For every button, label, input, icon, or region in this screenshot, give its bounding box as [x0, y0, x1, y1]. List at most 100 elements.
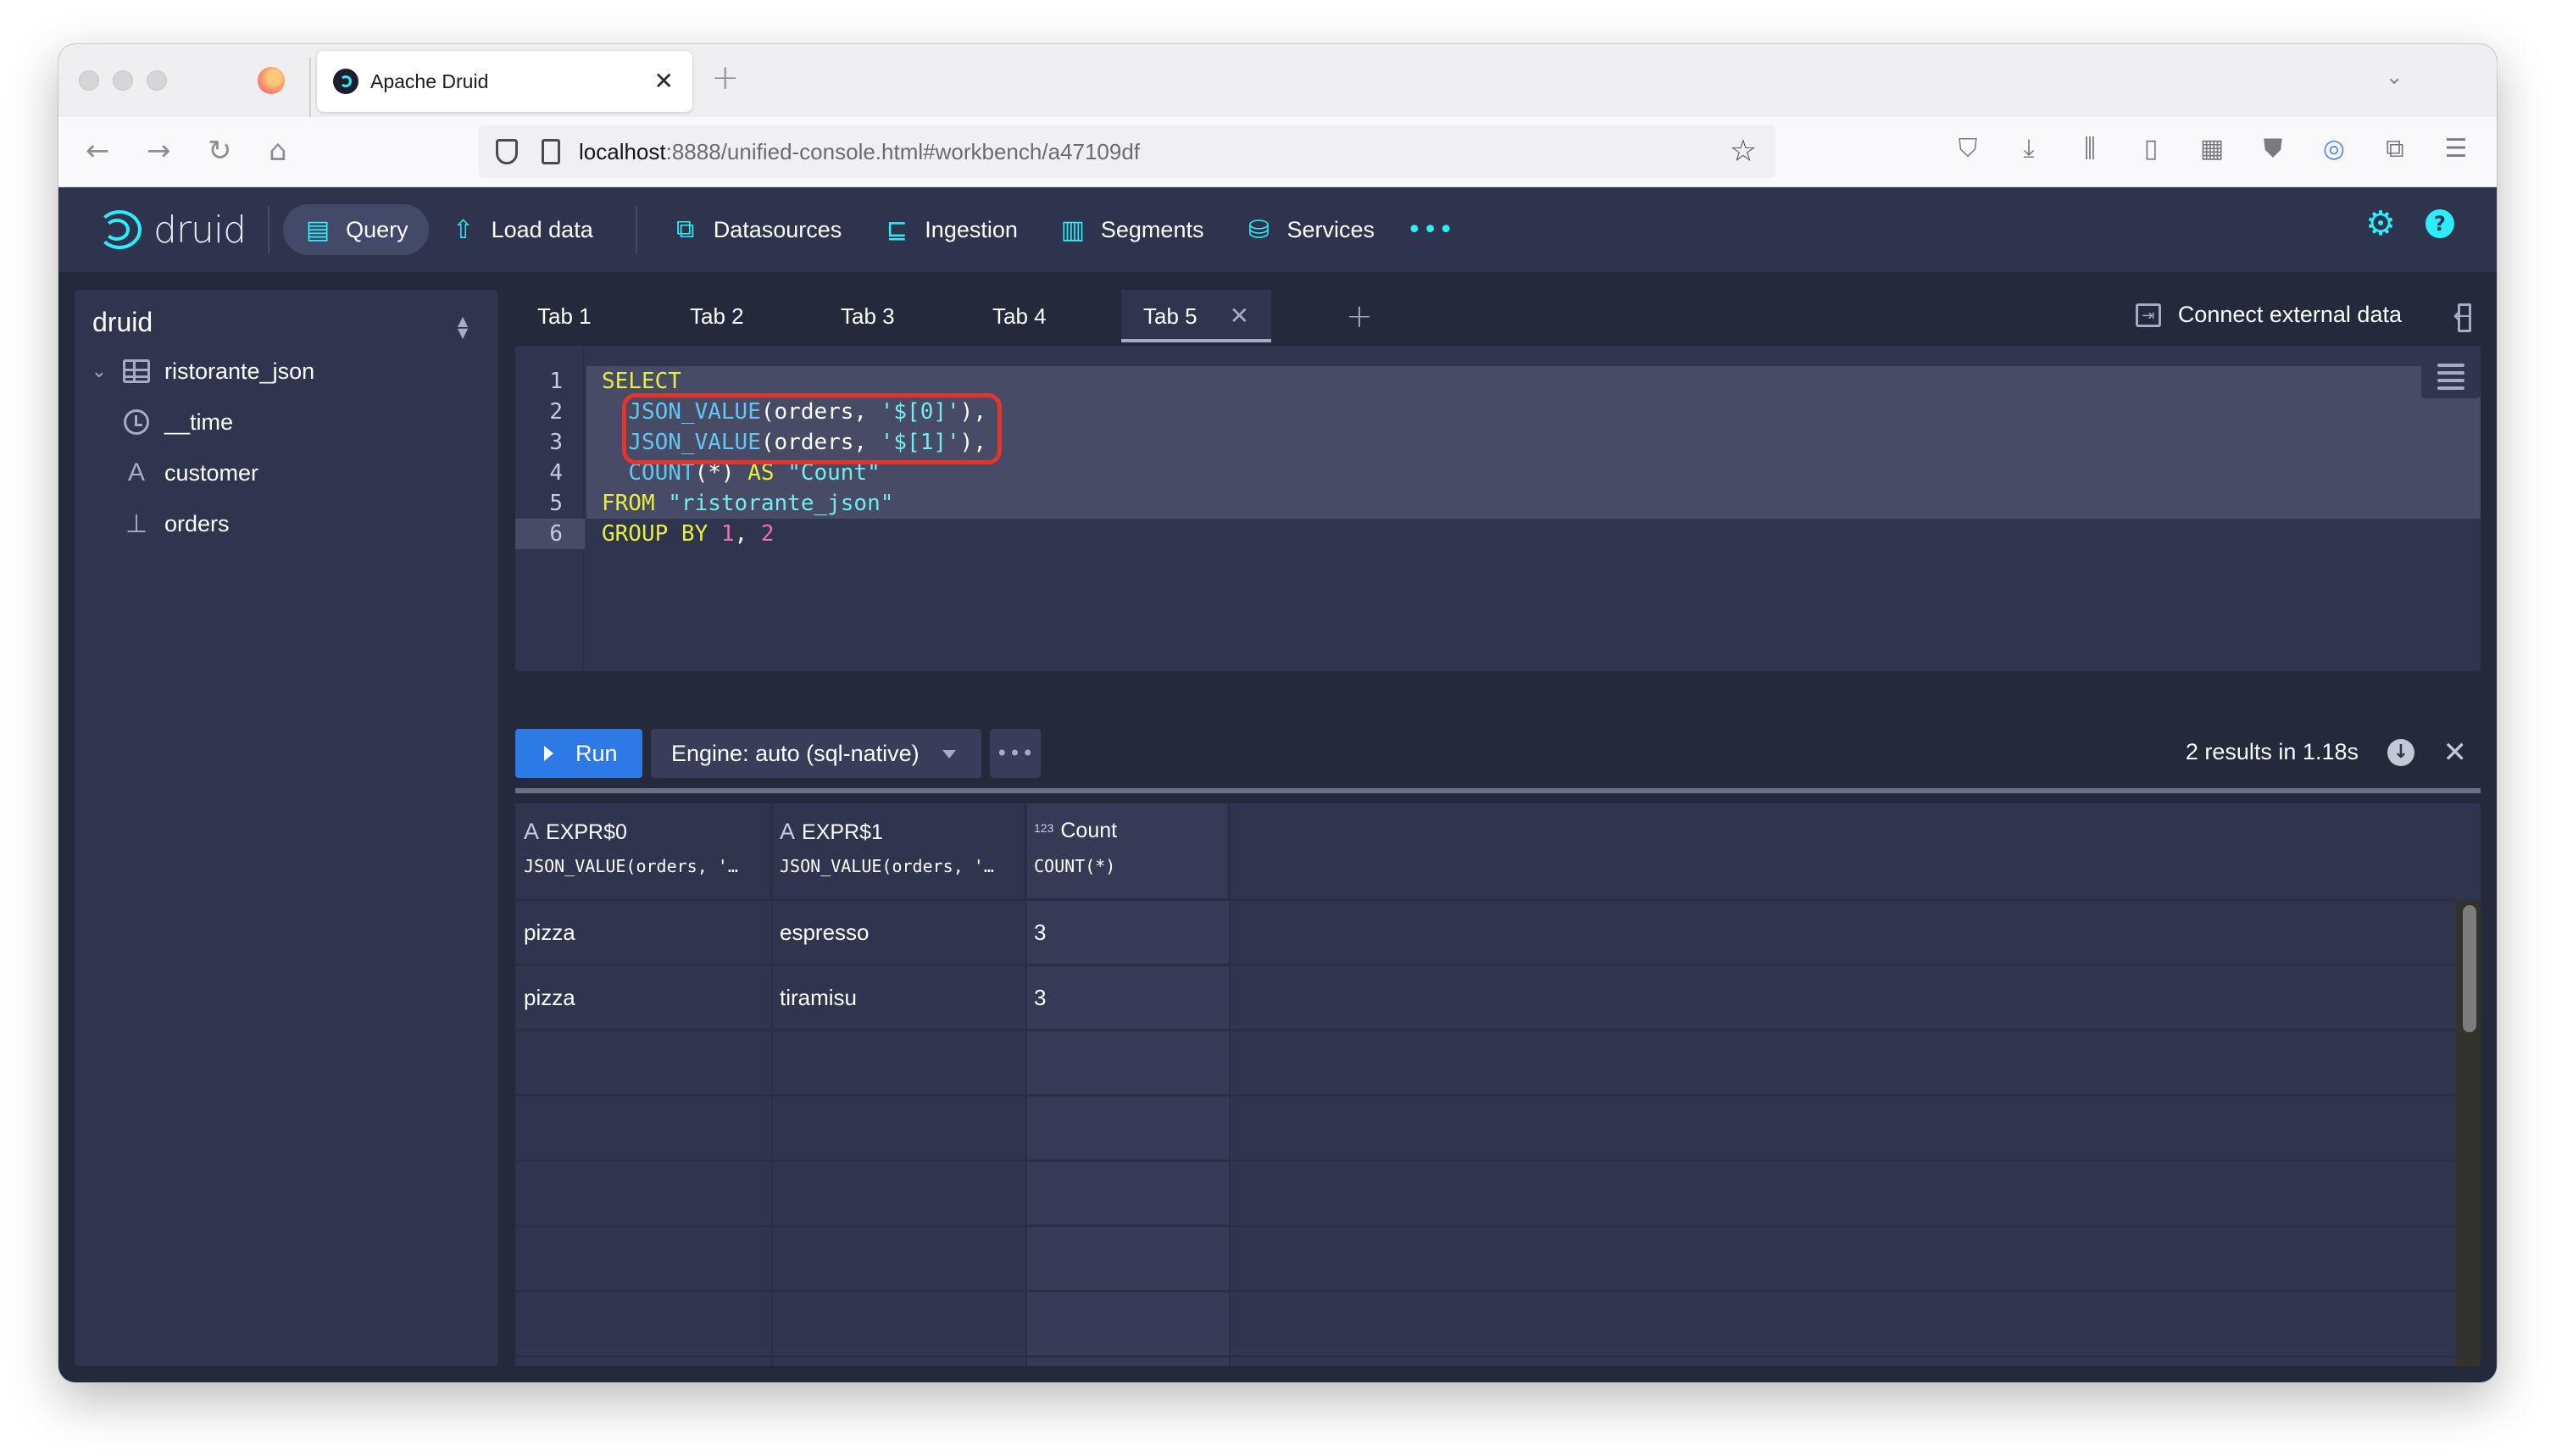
column-name: orders	[164, 510, 230, 536]
window-maximize-button[interactable]	[147, 70, 167, 91]
tab-4[interactable]: Tab 4	[970, 290, 1069, 342]
druid-logo[interactable]: druid	[92, 208, 247, 252]
sql-editor[interactable]: 123456 SELECT JSON_VALUE(orders, '$[0]')…	[515, 346, 2481, 671]
close-tab-icon[interactable]: ✕	[654, 66, 674, 97]
column-expression: JSON_VALUE(orders, '…	[780, 856, 994, 876]
container-icon[interactable]: ▦	[2197, 132, 2227, 166]
gear-icon[interactable]: ⚙	[2364, 207, 2397, 241]
nav-item-ingestion[interactable]: ⊑ Ingestion	[862, 204, 1038, 255]
table-cell[interactable]: pizza	[515, 965, 575, 1031]
window-minimize-button[interactable]	[113, 70, 133, 91]
nav-item-label: Services	[1286, 216, 1375, 242]
column-expression: COUNT(*)	[1034, 856, 1116, 876]
new-tab-button[interactable]: +	[711, 61, 740, 95]
firefox-icon	[258, 67, 285, 94]
code-line[interactable]: GROUP BY 1, 2	[602, 519, 775, 549]
tab-separator	[309, 58, 311, 117]
reader-view-icon[interactable]: ▯	[2136, 132, 2166, 166]
code-line[interactable]: SELECT	[602, 366, 681, 397]
tree-item-column[interactable]: ⊥ orders	[122, 503, 230, 545]
results-divider[interactable]	[515, 788, 2481, 793]
table-cell[interactable]: espresso	[771, 900, 870, 965]
table-cell[interactable]: 3	[1025, 900, 1046, 965]
add-tab-button[interactable]: +	[1346, 290, 1373, 342]
more-options-button[interactable]: •••	[990, 729, 1041, 778]
run-button[interactable]: Run	[515, 729, 642, 778]
nav-item-segments[interactable]: ▥ Segments	[1038, 204, 1225, 255]
back-arrow-icon[interactable]: ←	[86, 132, 110, 169]
code-token: 2	[760, 521, 775, 547]
close-tab-icon[interactable]: ✕	[1230, 303, 1249, 329]
nav-item-datasources[interactable]: ⧉ Datasources	[651, 204, 863, 255]
line-number: 2	[549, 399, 563, 425]
tree-item-datasource[interactable]: ⌄ ristorante_json	[86, 350, 314, 392]
download-icon[interactable]: ⤓	[2014, 132, 2044, 166]
extensions-icon[interactable]: ⧉	[2380, 132, 2410, 166]
druid-favicon-icon	[333, 69, 358, 94]
schema-selector[interactable]: druid	[92, 307, 153, 338]
editor-menu-icon[interactable]	[2421, 354, 2481, 398]
druid-header: druid ▤ Query ⇧ Load data ⧉ Datasources …	[58, 187, 2497, 272]
tree-item-column[interactable]: __time	[122, 401, 233, 443]
chevron-down-icon[interactable]: ⌄	[86, 360, 112, 382]
column-expression: JSON_VALUE(orders, '…	[524, 856, 738, 876]
column-divider	[1025, 803, 1027, 1366]
nav-divider	[268, 206, 270, 253]
nav-item-load-data[interactable]: ⇧ Load data	[429, 204, 614, 255]
nav-item-services[interactable]: ⛁ Services	[1224, 204, 1395, 255]
segments-icon: ▥	[1060, 215, 1086, 244]
browser-tab-active[interactable]: Apache Druid ✕	[317, 51, 692, 112]
window-close-button[interactable]	[79, 70, 99, 91]
column-header[interactable]: 123 Count COUNT(*)	[1025, 803, 1229, 900]
list-all-tabs-chevron-icon[interactable]: ⌄	[2385, 64, 2403, 90]
string-type-icon: A	[780, 819, 796, 844]
menu-icon[interactable]: ☰	[2441, 132, 2471, 166]
code-token: 1	[720, 521, 735, 547]
tracking-protection-shield-icon[interactable]	[496, 139, 518, 164]
library-icon[interactable]: ⫼	[2075, 132, 2105, 166]
tab-1[interactable]: Tab 1	[515, 290, 614, 342]
row-divider	[515, 1159, 2456, 1162]
collapse-panel-icon[interactable]: ←	[2442, 302, 2471, 332]
table-cell[interactable]: pizza	[515, 900, 575, 965]
tree-item-column[interactable]: A customer	[122, 452, 258, 494]
table-cell[interactable]: 3	[1025, 965, 1046, 1031]
druid-logo-text: druid	[153, 208, 247, 252]
schema-switch-icon[interactable]: ▲ ▼	[453, 314, 472, 340]
url-bar[interactable]: localhost:8888/unified-console.html#work…	[479, 125, 1775, 178]
password-manager-icon[interactable]: ◎	[2319, 132, 2349, 166]
tab-5[interactable]: Tab 5 ✕	[1121, 290, 1272, 342]
url-text[interactable]: localhost:8888/unified-console.html#work…	[579, 139, 1140, 165]
home-icon[interactable]: ⌂	[269, 132, 287, 169]
bookmark-star-icon[interactable]: ☆	[1730, 134, 1757, 169]
download-results-icon[interactable]: ↓	[2387, 739, 2414, 766]
line-number: 5	[549, 491, 563, 516]
ublock-icon[interactable]: ⛊	[2258, 132, 2288, 166]
close-results-icon[interactable]: ✕	[2443, 736, 2468, 770]
result-info: 2 results in 1.18s	[2185, 739, 2359, 764]
nav-item-query[interactable]: ▤ Query	[283, 204, 429, 255]
line-number-gutter: 1 2 3 4 5 6	[515, 346, 585, 671]
forward-arrow-icon[interactable]: →	[147, 132, 171, 169]
table-cell[interactable]: tiramisu	[771, 965, 857, 1031]
tab-2[interactable]: Tab 2	[668, 290, 766, 342]
page-info-icon[interactable]	[542, 139, 560, 164]
code-token: GROUP BY	[602, 521, 708, 547]
column-name: __time	[164, 408, 234, 435]
column-header[interactable]: A EXPR$1 JSON_VALUE(orders, '…	[771, 803, 1025, 900]
column-header[interactable]: A EXPR$0 JSON_VALUE(orders, '…	[515, 803, 771, 900]
connect-external-data-button[interactable]: ⇥ Connect external data	[2135, 302, 2402, 328]
nav-more-button[interactable]: •••	[1407, 215, 1454, 245]
engine-selector[interactable]: Engine: auto (sql-native)	[651, 729, 981, 778]
line-number: 1	[549, 369, 563, 394]
nav-item-label: Load data	[491, 216, 593, 242]
nav-item-label: Datasources	[713, 216, 842, 242]
code-line[interactable]: FROM "ristorante_json"	[602, 488, 893, 519]
reload-icon[interactable]: ↻	[208, 132, 232, 169]
tab-3[interactable]: Tab 3	[819, 290, 917, 342]
toolbar-icons: ⛉ ⤓ ⫼ ▯ ▦ ⛊ ◎ ⧉ ☰	[1953, 132, 2471, 166]
pocket-icon[interactable]: ⛉	[1953, 132, 1983, 166]
scrollbar-thumb[interactable]	[2463, 905, 2476, 1032]
help-icon[interactable]: ?	[2425, 209, 2454, 238]
query-tabs: Tab 1 Tab 2 Tab 3 Tab 4 Tab 5 ✕ + ⇥ Conne…	[515, 290, 2497, 342]
